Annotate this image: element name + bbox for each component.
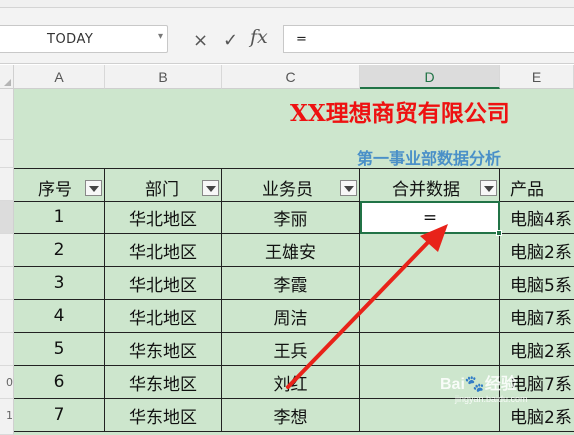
watermark-logo: Bai🐾经验	[440, 376, 517, 393]
watermark-url: jingyan.baidu.com	[455, 394, 528, 404]
